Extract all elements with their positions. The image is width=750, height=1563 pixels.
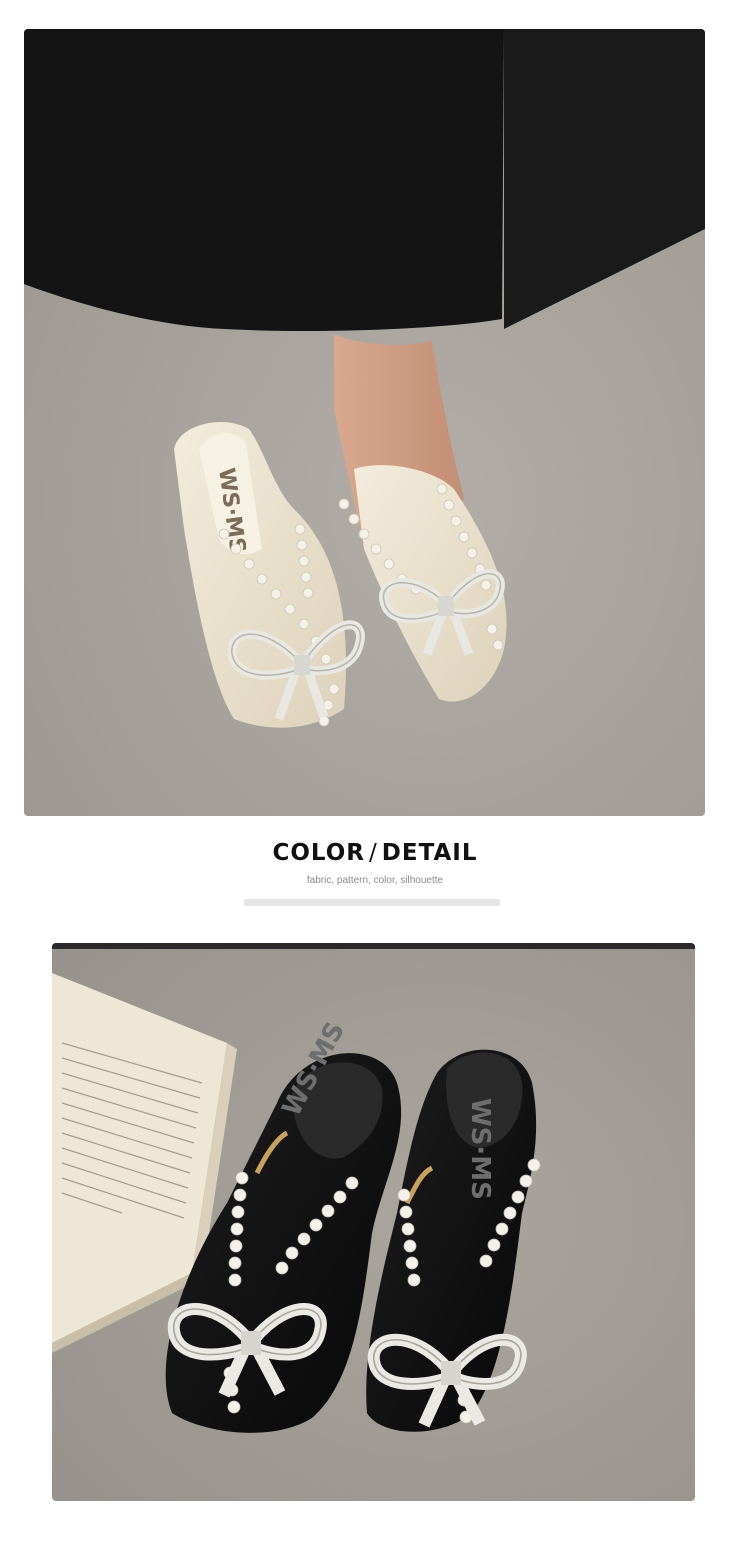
heading-subtitle: fabric, pattern, color, silhouette [306, 875, 444, 886]
heading-title-detail: DETAIL [381, 840, 478, 866]
product-photo-black: WS·MS WS·MS [52, 943, 695, 1501]
product-photo-cream: WS·MS [24, 29, 705, 816]
insole-brand-bottom-right: WS·MS [465, 1098, 495, 1200]
heading-title-color: COLOR [272, 840, 366, 866]
heading-title-separator: / [369, 840, 378, 866]
heading-title: COLOR / DETAIL [0, 838, 750, 868]
section-heading: COLOR / DETAIL fabric, pattern, color, sil… [0, 838, 750, 888]
heading-underline [244, 899, 500, 906]
